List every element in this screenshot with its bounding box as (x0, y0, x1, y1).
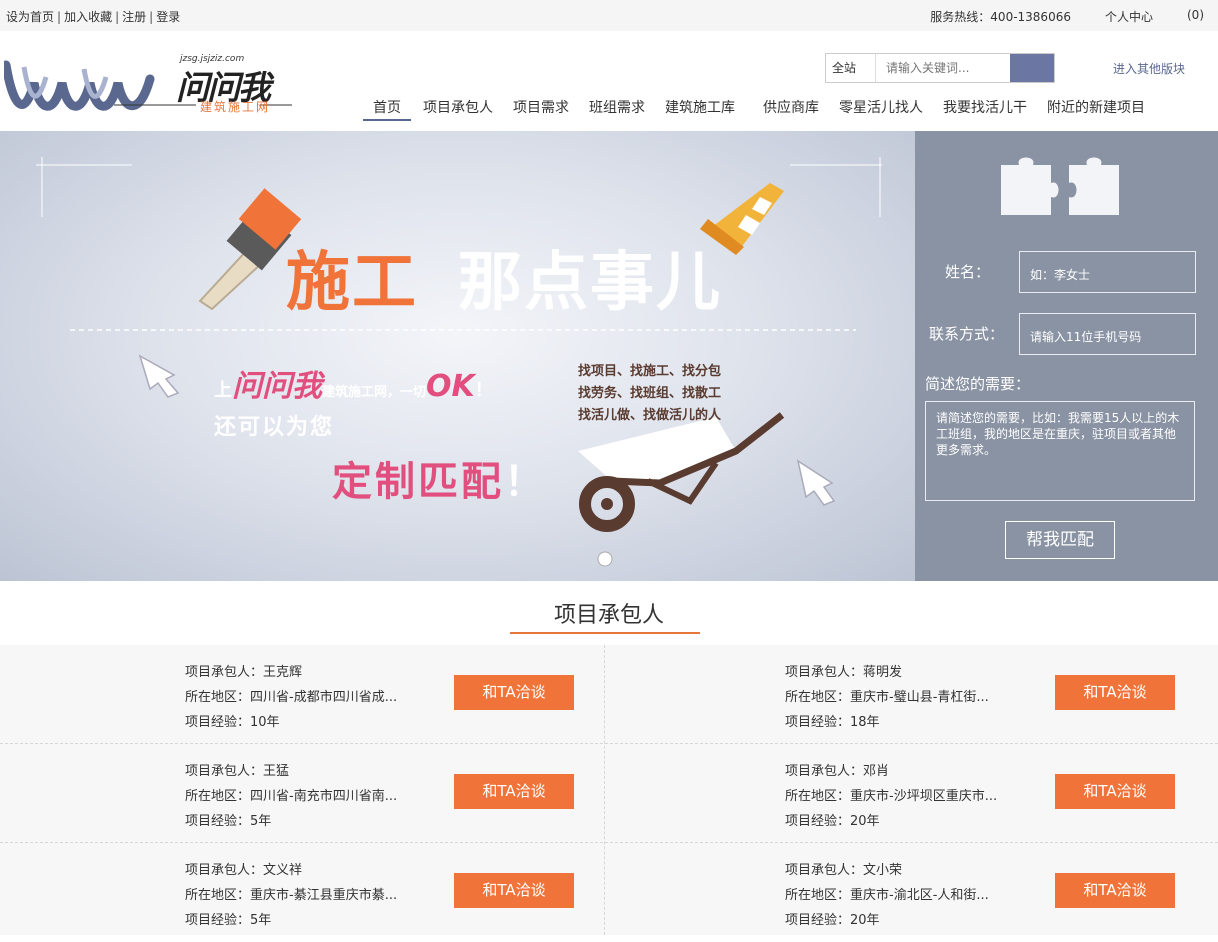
banner-find-line: 找劳务、找班组、找散工 (578, 386, 722, 401)
banner-find-list: 找项目、找施工、找分包 找劳务、找班组、找散工 找活儿做、找做活儿的人 (578, 361, 721, 427)
nav-item-nearby-projects[interactable]: 附近的新建项目 (1047, 97, 1145, 121)
contractor-experience: 项目经验：18年 (785, 715, 880, 730)
search-input[interactable] (876, 54, 1010, 82)
search-button[interactable] (1010, 54, 1054, 82)
contractor-list: 项目承包人：王克辉 所在地区：四川省-成都市四川省成... 项目经验：10年 和… (0, 645, 1218, 935)
contractor-experience: 项目经验：5年 (185, 814, 272, 829)
login-link[interactable]: 登录 (156, 10, 180, 24)
contact-contractor-button[interactable]: 和TA洽谈 (1055, 675, 1175, 710)
contact-contractor-button[interactable]: 和TA洽谈 (454, 873, 574, 908)
banner-line3-text: 定制匹配 (332, 459, 504, 505)
wheelbarrow-icon (578, 412, 785, 532)
banner-headline-1: 施工 (286, 246, 418, 320)
banner-line1-end: ！ (474, 380, 493, 401)
search-scope-select[interactable]: 全站 (826, 54, 876, 82)
contractor-area: 所在地区：四川省-成都市四川省成... (185, 690, 398, 705)
contractor-card: 项目承包人：王猛 所在地区：四川省-南充市四川省南... 项目经验：5年 和TA… (0, 744, 605, 843)
banner-line1-pre: 上 (214, 380, 232, 401)
contractor-area: 所在地区：重庆市-綦江县重庆市綦... (185, 888, 398, 903)
banner-headline-2: 那点事儿 (458, 246, 722, 320)
banner-line3-end: ！ (504, 459, 547, 505)
contact-contractor-button[interactable]: 和TA洽谈 (1055, 774, 1175, 809)
contact-contractor-button[interactable]: 和TA洽谈 (1055, 873, 1175, 908)
contractor-area: 所在地区：重庆市-渝北区-人和街... (785, 888, 989, 903)
banner-line-1: 上问问我建筑施工网，一切OK！ (214, 361, 493, 405)
banner-ok: OK (426, 369, 475, 404)
contact-contractor-button[interactable]: 和TA洽谈 (454, 774, 574, 809)
top-right: 服务热线：400-1386066 个人中心 (0) (896, 8, 1204, 25)
banner-decor (36, 157, 882, 567)
add-favorite-link[interactable]: 加入收藏 (64, 10, 112, 24)
nav-item-contractors[interactable]: 项目承包人 (423, 97, 493, 121)
contact-label: 联系方式： (929, 325, 1005, 343)
need-textarea[interactable]: 请简述您的需要，比如：我需要15人以上的木工班组，我的地区是在重庆，驻项目或者其… (925, 401, 1195, 501)
other-sections-link[interactable]: 进入其他版块 (1113, 60, 1185, 77)
register-link[interactable]: 注册 (122, 10, 146, 24)
puzzle-icon (1001, 157, 1119, 215)
contractor-name: 项目承包人：蒋明发 (785, 665, 903, 680)
contractor-name: 项目承包人：王猛 (185, 764, 290, 779)
banner-line-2: 还可以为您 (214, 415, 335, 440)
contractor-area: 所在地区：重庆市-璧山县-青杠街... (785, 690, 989, 705)
contractor-card: 项目承包人：王克辉 所在地区：四川省-成都市四川省成... 项目经验：10年 和… (0, 645, 605, 744)
contractor-name: 项目承包人：文义祥 (185, 863, 303, 878)
contact-contractor-button[interactable]: 和TA洽谈 (454, 675, 574, 710)
search-bar: 全站 (825, 53, 1055, 83)
contractor-experience: 项目经验：10年 (185, 715, 280, 730)
nav-item-find-work[interactable]: 我要找活儿干 (943, 97, 1027, 121)
banner-find-line: 找活儿做、找做活儿的人 (578, 408, 722, 423)
main-nav: 首页 项目承包人 项目需求 班组需求 建筑施工库 供应商库 零星活儿找人 我要找… (363, 97, 1165, 121)
name-input[interactable]: 如：李女士 (1019, 251, 1196, 293)
match-submit-button[interactable]: 帮我匹配 (1005, 521, 1115, 559)
logo-subtitle: 建筑施工网 (200, 100, 271, 114)
contractor-name: 项目承包人：文小荣 (785, 863, 903, 878)
separator: | (149, 10, 154, 24)
hero-banner[interactable]: 施工 那点事儿 上问问我建筑施工网，一切OK！ 还可以为您 定制匹配！ 找项目、… (0, 131, 915, 581)
contractor-card: 项目承包人：蒋明发 所在地区：重庆市-璧山县-青杠街... 项目经验：18年 和… (605, 645, 1210, 744)
nav-item-supplier-library[interactable]: 供应商库 (763, 97, 819, 121)
section-title-underline (510, 632, 700, 634)
banner-find-line: 找项目、找施工、找分包 (578, 364, 722, 379)
nav-item-team-needs[interactable]: 班组需求 (589, 97, 645, 121)
site-logo[interactable]: jzsg.jsjziz.com 问问我 建筑施工网 (1, 53, 294, 118)
match-form-panel: 姓名： 如：李女士 联系方式： 请输入11位手机号码 简述您的需要： 请简述您的… (915, 131, 1218, 581)
contractor-experience: 项目经验：5年 (185, 913, 272, 928)
nav-item-home[interactable]: 首页 (363, 97, 411, 121)
banner-line1-mid: 建筑施工网，一切 (322, 385, 427, 400)
header: jzsg.jsjziz.com 问问我 建筑施工网 全站 进入其他版块 首页 项… (0, 31, 1218, 131)
banner-brand: 问问我 (232, 369, 322, 404)
nav-item-odd-jobs[interactable]: 零星活儿找人 (839, 97, 923, 121)
contact-input[interactable]: 请输入11位手机号码 (1019, 313, 1196, 355)
top-links: 设为首页 | 加入收藏 | 注册 | 登录 (6, 8, 180, 25)
nav-item-project-needs[interactable]: 项目需求 (513, 97, 569, 121)
contractor-name: 项目承包人：邓肖 (785, 764, 890, 779)
section-title: 项目承包人 (553, 603, 664, 628)
hotline-text: 服务热线：400-1386066 (930, 10, 1071, 24)
nav-item-construction-library[interactable]: 建筑施工库 (665, 97, 735, 121)
contractor-area: 所在地区：四川省-南充市四川省南... (185, 789, 398, 804)
contractor-card: 项目承包人：文义祥 所在地区：重庆市-綦江县重庆市綦... 项目经验：5年 和T… (0, 843, 605, 942)
user-center-link[interactable]: 个人中心 (1105, 8, 1153, 25)
need-label: 简述您的需要： (925, 375, 1031, 393)
contractor-name: 项目承包人：王克辉 (185, 665, 303, 680)
contractor-experience: 项目经验：20年 (785, 814, 880, 829)
separator: | (57, 10, 62, 24)
contractor-card: 项目承包人：邓肖 所在地区：重庆市-沙坪坝区重庆市... 项目经验：20年 和T… (605, 744, 1210, 843)
cart-count[interactable]: (0) (1187, 8, 1204, 25)
contractor-experience: 项目经验：20年 (785, 913, 880, 928)
contractor-card: 项目承包人：文小荣 所在地区：重庆市-渝北区-人和街... 项目经验：20年 和… (605, 843, 1210, 942)
set-home-link[interactable]: 设为首页 (6, 10, 54, 24)
name-label: 姓名： (945, 263, 991, 281)
separator: | (115, 10, 120, 24)
banner-line-3: 定制匹配！ (332, 449, 547, 507)
top-bar: 设为首页 | 加入收藏 | 注册 | 登录 服务热线：400-1386066 个人中心 (0… (0, 0, 1218, 31)
contractor-area: 所在地区：重庆市-沙坪坝区重庆市... (785, 789, 998, 804)
